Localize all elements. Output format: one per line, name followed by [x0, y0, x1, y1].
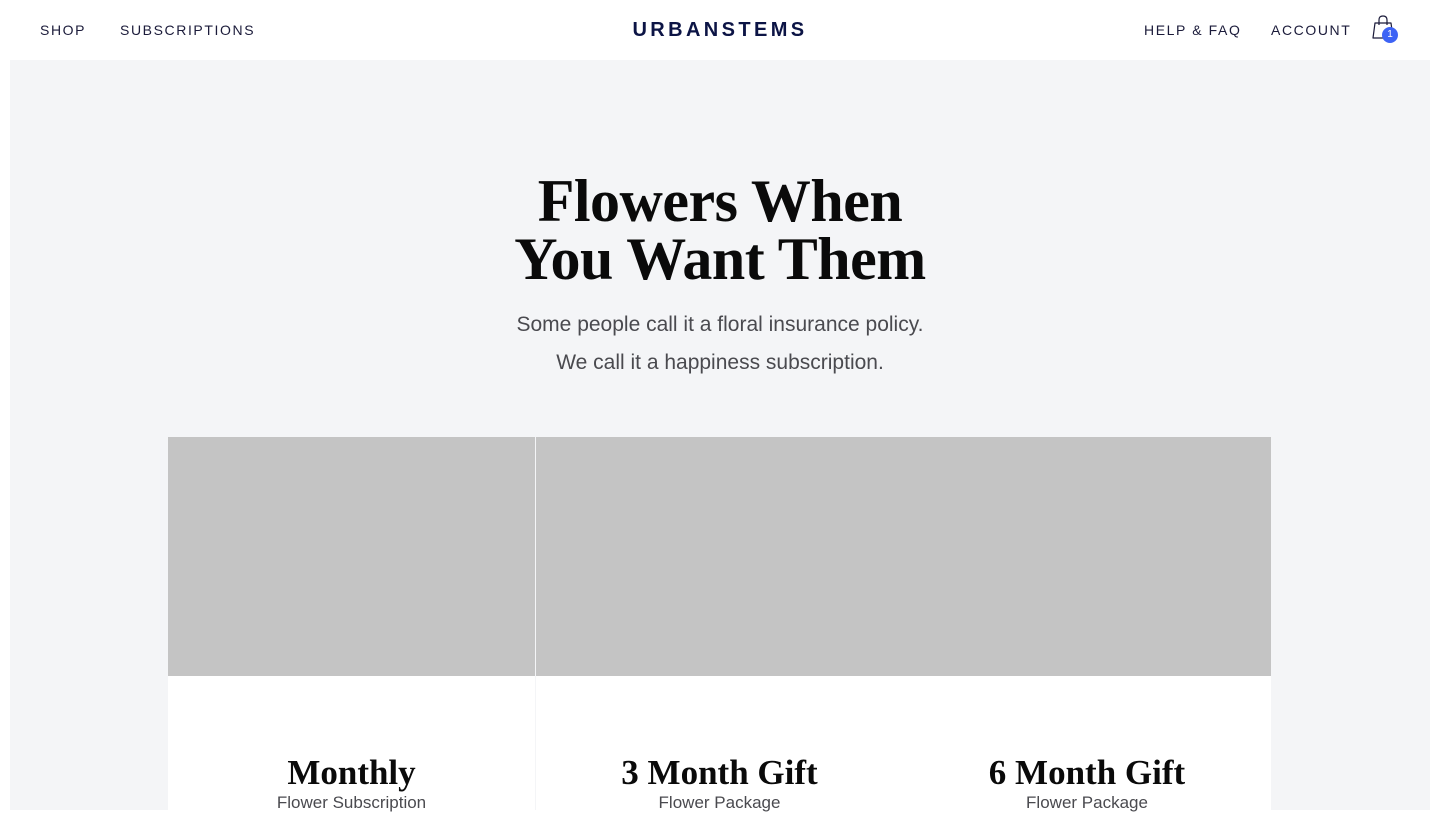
subscription-card-3-month-gift[interactable]: 3 Month Gift Flower Package [536, 437, 903, 817]
card-subtitle: Flower Subscription [276, 793, 427, 812]
top-navigation: SHOP SUBSCRIPTIONS URBANSTEMS HELP & FAQ… [0, 0, 1440, 60]
card-subtitle: Flower Package [658, 793, 781, 812]
card-subtitle: Flower Package [1026, 793, 1148, 812]
card-title[interactable]: 6 Month Gift [903, 753, 1271, 793]
subscription-card-monthly[interactable]: Monthly Flower Subscription [168, 437, 535, 817]
hero-title-line-2: You Want Them [514, 226, 926, 292]
nav-help-faq-link[interactable]: HELP & FAQ [1144, 21, 1241, 39]
card-title[interactable]: Monthly [168, 753, 535, 793]
hero-title-line-1: Flowers When [537, 168, 903, 234]
hero-subtitle-line-1: Some people call it a floral insurance p… [516, 313, 924, 336]
cart-button[interactable]: 1 [1371, 14, 1401, 44]
hero-title: Flowers When You Want Them [10, 168, 1430, 292]
subscription-cards: Monthly Flower Subscription 3 Month Gift… [168, 437, 1271, 817]
hero-section: Flowers When You Want Them Some people c… [10, 60, 1430, 817]
card-title[interactable]: 3 Month Gift [536, 753, 903, 793]
subscription-card-6-month-gift[interactable]: 6 Month Gift Flower Package [903, 437, 1271, 817]
card-image-placeholder[interactable] [168, 437, 535, 676]
nav-account-link[interactable]: ACCOUNT [1271, 21, 1351, 39]
card-image-placeholder[interactable] [536, 437, 903, 676]
cart-count-badge: 1 [1382, 27, 1398, 43]
hero-subtitle-line-2: We call it a happiness subscription. [556, 351, 884, 374]
card-image-placeholder[interactable] [903, 437, 1271, 676]
